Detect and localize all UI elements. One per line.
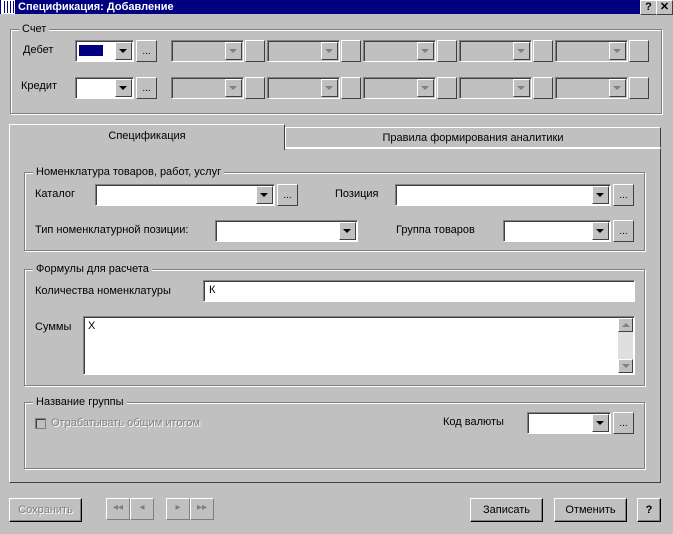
sums-formula-value: Х — [88, 320, 96, 332]
credit-analytic-5-dots[interactable] — [629, 77, 649, 99]
chevron-down-icon[interactable] — [592, 222, 609, 240]
debit-analytic-3-dots[interactable] — [437, 40, 457, 62]
item-type-combo[interactable] — [215, 220, 358, 242]
currency-dots-button[interactable]: ... — [613, 412, 634, 434]
chevron-down-icon — [225, 42, 242, 60]
debit-analytic-2[interactable] — [267, 40, 340, 62]
debit-analytic-1[interactable] — [171, 40, 244, 62]
account-group-title: Счет — [19, 23, 50, 36]
cancel-button[interactable]: Отменить — [554, 498, 627, 522]
first-record-button[interactable]: ◂◂ — [106, 498, 130, 520]
credit-analytic-1[interactable] — [171, 77, 244, 99]
formulas-group-title: Формулы для расчета — [33, 263, 152, 276]
debit-label: Дебет — [23, 44, 54, 56]
credit-analytic-2-dots[interactable] — [341, 77, 361, 99]
total-checkbox-label: Отрабатывать общим итогом — [51, 417, 200, 429]
debit-analytic-1-dots[interactable] — [245, 40, 265, 62]
title-bar: Спецификация: Добавление ? ✕ — [0, 0, 673, 15]
scroll-down-icon[interactable] — [618, 359, 633, 373]
chevron-down-icon — [225, 79, 242, 97]
position-dots-button[interactable]: ... — [613, 184, 634, 206]
credit-analytic-3[interactable] — [363, 77, 436, 99]
write-button[interactable]: Записать — [470, 498, 543, 522]
credit-label: Кредит — [21, 80, 58, 92]
chevron-down-icon — [417, 79, 434, 97]
chevron-down-icon — [513, 79, 530, 97]
credit-analytic-3-dots[interactable] — [437, 77, 457, 99]
chevron-down-icon — [513, 42, 530, 60]
scroll-up-icon[interactable] — [618, 318, 633, 332]
chevron-down-icon[interactable] — [592, 186, 609, 204]
catalog-label: Каталог — [35, 188, 75, 200]
tab-specification[interactable]: Спецификация — [9, 124, 285, 150]
sums-scrollbar[interactable] — [618, 318, 633, 373]
item-type-label: Тип номенклатурной позиции: — [35, 224, 189, 236]
group-name-group-title: Название группы — [33, 396, 127, 409]
catalog-combo[interactable] — [95, 184, 275, 206]
credit-dots-button[interactable]: ... — [136, 77, 157, 99]
credit-combo[interactable] — [75, 77, 134, 99]
total-checkbox[interactable] — [35, 418, 46, 429]
debit-combo[interactable] — [75, 40, 134, 62]
window-title: Спецификация: Добавление — [18, 1, 174, 13]
goods-group-label: Группа товаров — [396, 224, 475, 236]
position-label: Позиция — [335, 188, 379, 200]
nomenclature-group-title: Номенклатура товаров, работ, услуг — [33, 166, 225, 179]
chevron-down-icon[interactable] — [592, 414, 609, 432]
chevron-down-icon[interactable] — [256, 186, 273, 204]
chevron-down-icon — [609, 42, 626, 60]
sums-label: Суммы — [35, 321, 72, 333]
goods-group-dots-button[interactable]: ... — [613, 220, 634, 242]
goods-group-combo[interactable] — [503, 220, 611, 242]
debit-analytic-2-dots[interactable] — [341, 40, 361, 62]
currency-code-combo[interactable] — [527, 412, 611, 434]
chevron-down-icon[interactable] — [115, 79, 132, 97]
tab-analytics-rules-label: Правила формирования аналитики — [382, 132, 564, 144]
sums-formula-textarea[interactable]: Х — [83, 316, 635, 375]
debit-analytic-5-dots[interactable] — [629, 40, 649, 62]
help-title-button[interactable]: ? — [640, 0, 657, 15]
quantity-label: Количества номенклатуры — [35, 285, 171, 297]
chevron-down-icon — [321, 42, 338, 60]
tab-specification-label: Спецификация — [108, 130, 186, 142]
help-button[interactable]: ? — [637, 498, 661, 522]
credit-analytic-4[interactable] — [459, 77, 532, 99]
chevron-down-icon — [609, 79, 626, 97]
chevron-down-icon — [417, 42, 434, 60]
tab-analytics-rules[interactable]: Правила формирования аналитики — [285, 127, 661, 148]
debit-analytic-4-dots[interactable] — [533, 40, 553, 62]
next-record-button[interactable]: ▸ — [166, 498, 190, 520]
credit-analytic-4-dots[interactable] — [533, 77, 553, 99]
catalog-dots-button[interactable]: ... — [277, 184, 298, 206]
app-icon — [1, 0, 15, 14]
save-button-label: Сохранить — [18, 504, 73, 516]
cancel-button-label: Отменить — [565, 504, 616, 516]
credit-analytic-5[interactable] — [555, 77, 628, 99]
credit-analytic-1-dots[interactable] — [245, 77, 265, 99]
chevron-down-icon — [321, 79, 338, 97]
debit-analytic-3[interactable] — [363, 40, 436, 62]
help-button-label: ? — [645, 504, 653, 516]
debit-dots-button[interactable]: ... — [136, 40, 157, 62]
position-combo[interactable] — [395, 184, 611, 206]
currency-code-label: Код валюты — [443, 416, 504, 428]
last-record-button[interactable]: ▸▸ — [190, 498, 214, 520]
debit-color-swatch — [79, 45, 103, 56]
write-button-label: Записать — [482, 504, 530, 516]
debit-analytic-5[interactable] — [555, 40, 628, 62]
quantity-formula-input[interactable]: К — [203, 280, 635, 302]
credit-analytic-2[interactable] — [267, 77, 340, 99]
close-button[interactable]: ✕ — [656, 0, 673, 15]
chevron-down-icon[interactable] — [339, 222, 356, 240]
debit-analytic-4[interactable] — [459, 40, 532, 62]
chevron-down-icon[interactable] — [115, 42, 132, 60]
save-button[interactable]: Сохранить — [9, 498, 82, 522]
prev-record-button[interactable]: ◂ — [130, 498, 154, 520]
quantity-formula-value: К — [209, 284, 216, 296]
